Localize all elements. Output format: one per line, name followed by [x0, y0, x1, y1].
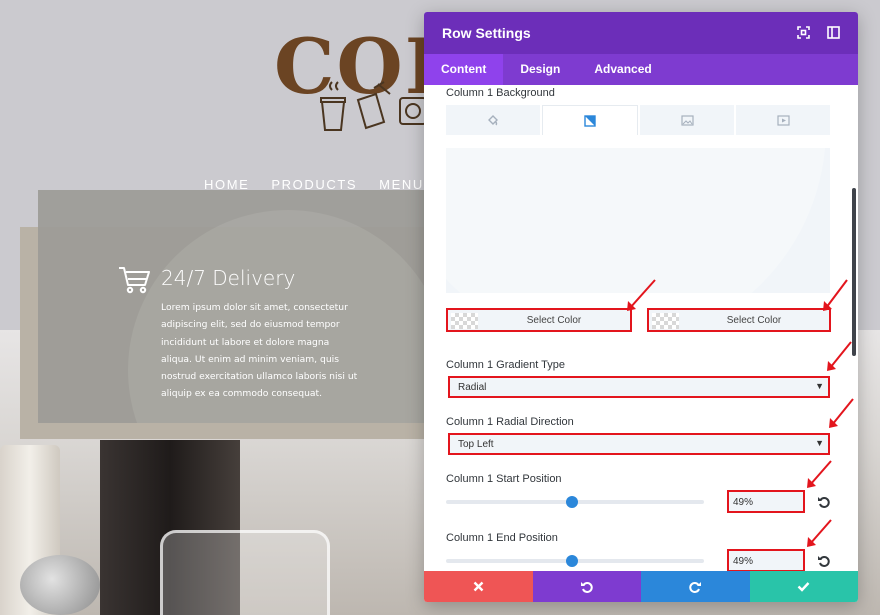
reset-icon[interactable]: [817, 554, 831, 568]
start-position-slider[interactable]: [446, 496, 704, 508]
video-icon: [776, 114, 790, 126]
transparent-swatch: [652, 313, 679, 329]
undo-icon: [580, 581, 593, 593]
undo-button[interactable]: [532, 571, 641, 602]
gradient-type-label: Column 1 Gradient Type: [446, 359, 566, 371]
shopping-cart-icon: [119, 267, 150, 294]
annotation-arrow: [807, 519, 832, 547]
annotation-arrow: [823, 279, 848, 311]
image-icon: [680, 114, 694, 126]
logo-coffee-icons: [320, 81, 427, 131]
background-tab-video[interactable]: [736, 105, 830, 135]
row-settings-modal: Row Settings Content Design Advanced Col…: [424, 12, 858, 602]
gradient-start-color-picker[interactable]: Select Color: [446, 308, 632, 332]
tab-advanced[interactable]: Advanced: [577, 54, 668, 85]
color-picker-label: Select Color: [526, 315, 582, 326]
gradient-icon: [584, 114, 596, 127]
annotation-arrow: [627, 279, 656, 311]
save-button[interactable]: [749, 571, 858, 602]
gradient-end-color-picker[interactable]: Select Color: [647, 308, 831, 332]
gradient-preview: [446, 148, 830, 293]
background-tab-gradient[interactable]: [542, 105, 638, 135]
scrollbar[interactable]: [852, 188, 856, 356]
slider-handle[interactable]: [566, 555, 579, 567]
end-position-slider[interactable]: [446, 555, 704, 567]
color-icon: [488, 115, 498, 126]
gradient-type-select[interactable]: Radial ▼: [448, 376, 830, 398]
feature-body: Lorem ipsum dolor sit amet, consectetur …: [161, 302, 358, 400]
modal-title: Row Settings: [442, 25, 531, 41]
gradient-preview-shape: [446, 148, 826, 293]
background-tab-color[interactable]: [446, 105, 540, 135]
background-label: Column 1 Background: [446, 87, 555, 99]
feature-title: 24/7 Delivery: [161, 266, 296, 290]
modal-tabs: Content Design Advanced: [424, 54, 858, 85]
end-position-label: Column 1 End Position: [446, 532, 558, 544]
transparent-swatch: [451, 313, 478, 329]
tab-content[interactable]: Content: [424, 54, 504, 85]
caret-down-icon: ▼: [815, 381, 824, 391]
reset-icon[interactable]: [817, 495, 831, 509]
end-position-input[interactable]: 49%: [727, 549, 805, 571]
expand-icon[interactable]: [797, 26, 810, 39]
gradient-type-value: Radial: [458, 382, 487, 393]
glass-pot-photo: [160, 530, 330, 615]
redo-button[interactable]: [641, 571, 750, 602]
modal-content: Column 1 Background Select Color Select …: [424, 85, 858, 571]
color-picker-label: Select Color: [726, 315, 782, 326]
start-position-input[interactable]: 49%: [727, 490, 805, 513]
close-icon: [473, 581, 484, 592]
discard-button[interactable]: [424, 571, 533, 602]
background-tab-image[interactable]: [640, 105, 734, 135]
annotation-arrow: [829, 398, 854, 428]
radial-direction-label: Column 1 Radial Direction: [446, 416, 574, 428]
check-icon: [797, 582, 810, 592]
scoop-photo: [20, 555, 100, 615]
modal-footer: [424, 571, 858, 602]
radial-direction-select[interactable]: Top Left ▼: [448, 433, 830, 455]
radial-direction-value: Top Left: [458, 439, 494, 450]
annotation-arrow: [807, 460, 832, 488]
start-position-label: Column 1 Start Position: [446, 473, 562, 485]
tab-design[interactable]: Design: [503, 54, 577, 85]
redo-icon: [689, 581, 702, 593]
annotation-arrow: [827, 341, 852, 371]
slider-handle[interactable]: [566, 496, 579, 508]
caret-down-icon: ▼: [815, 438, 824, 448]
background-type-tabs: [446, 105, 830, 135]
modal-header: Row Settings: [424, 12, 858, 54]
sidebar-toggle-icon[interactable]: [827, 26, 840, 39]
